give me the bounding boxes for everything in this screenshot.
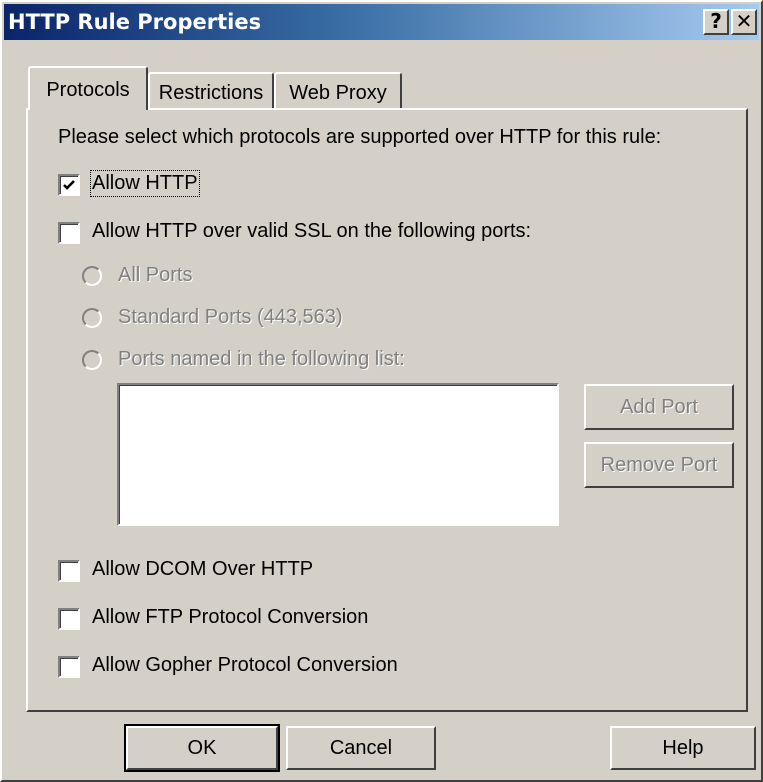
question-mark-icon: ?: [710, 9, 722, 33]
allow-gopher-checkbox[interactable]: [58, 656, 80, 678]
standard-ports-label: Standard Ports (443,563): [118, 306, 343, 328]
add-port-label: Add Port: [620, 396, 698, 418]
allow-dcom-checkbox[interactable]: [58, 560, 80, 582]
instruction-text: Please select which protocols are suppor…: [58, 126, 662, 148]
window-title: HTTP Rule Properties: [8, 10, 262, 34]
title-bar[interactable]: HTTP Rule Properties ? ✕: [4, 4, 759, 40]
ok-label: OK: [187, 737, 217, 759]
checkmark-icon: [63, 180, 75, 190]
all-ports-label: All Ports: [118, 264, 193, 286]
allow-ftp-label[interactable]: Allow FTP Protocol Conversion: [92, 606, 368, 629]
tab-protocols-label: Protocols: [46, 79, 130, 101]
ports-listbox[interactable]: [117, 383, 559, 526]
allow-ssl-checkbox[interactable]: [58, 222, 80, 244]
all-ports-radio[interactable]: [82, 266, 102, 286]
close-icon: ✕: [735, 9, 753, 33]
allow-dcom-label[interactable]: Allow DCOM Over HTTP: [92, 558, 313, 581]
cancel-button[interactable]: Cancel: [286, 726, 436, 770]
remove-port-label: Remove Port: [600, 454, 718, 476]
ok-button[interactable]: OK: [124, 724, 280, 772]
named-ports-label: Ports named in the following list:: [118, 348, 405, 370]
allow-gopher-label[interactable]: Allow Gopher Protocol Conversion: [92, 654, 398, 677]
allow-ssl-label[interactable]: Allow HTTP over valid SSL on the followi…: [92, 220, 531, 243]
cancel-label: Cancel: [329, 737, 393, 759]
tab-restrictions[interactable]: Restrictions: [148, 72, 274, 110]
help-button[interactable]: Help: [610, 726, 756, 770]
help-title-button[interactable]: ?: [703, 9, 729, 35]
add-port-button[interactable]: Add Port: [584, 384, 734, 430]
named-ports-radio[interactable]: [82, 350, 102, 370]
tab-protocols[interactable]: Protocols: [28, 66, 148, 110]
allow-http-label[interactable]: Allow HTTP: [90, 170, 200, 197]
tab-web-proxy[interactable]: Web Proxy: [274, 72, 402, 110]
tab-web-proxy-label: Web Proxy: [289, 82, 387, 104]
standard-ports-radio[interactable]: [82, 308, 102, 328]
allow-http-checkbox[interactable]: [58, 174, 80, 196]
tab-restrictions-label: Restrictions: [158, 82, 264, 104]
allow-ftp-checkbox[interactable]: [58, 608, 80, 630]
help-label: Help: [662, 737, 704, 759]
close-button[interactable]: ✕: [731, 9, 757, 35]
protocols-panel: Please select which protocols are suppor…: [26, 108, 748, 712]
dialog-window: HTTP Rule Properties ? ✕ Protocols Restr…: [0, 0, 763, 782]
remove-port-button[interactable]: Remove Port: [584, 442, 734, 488]
